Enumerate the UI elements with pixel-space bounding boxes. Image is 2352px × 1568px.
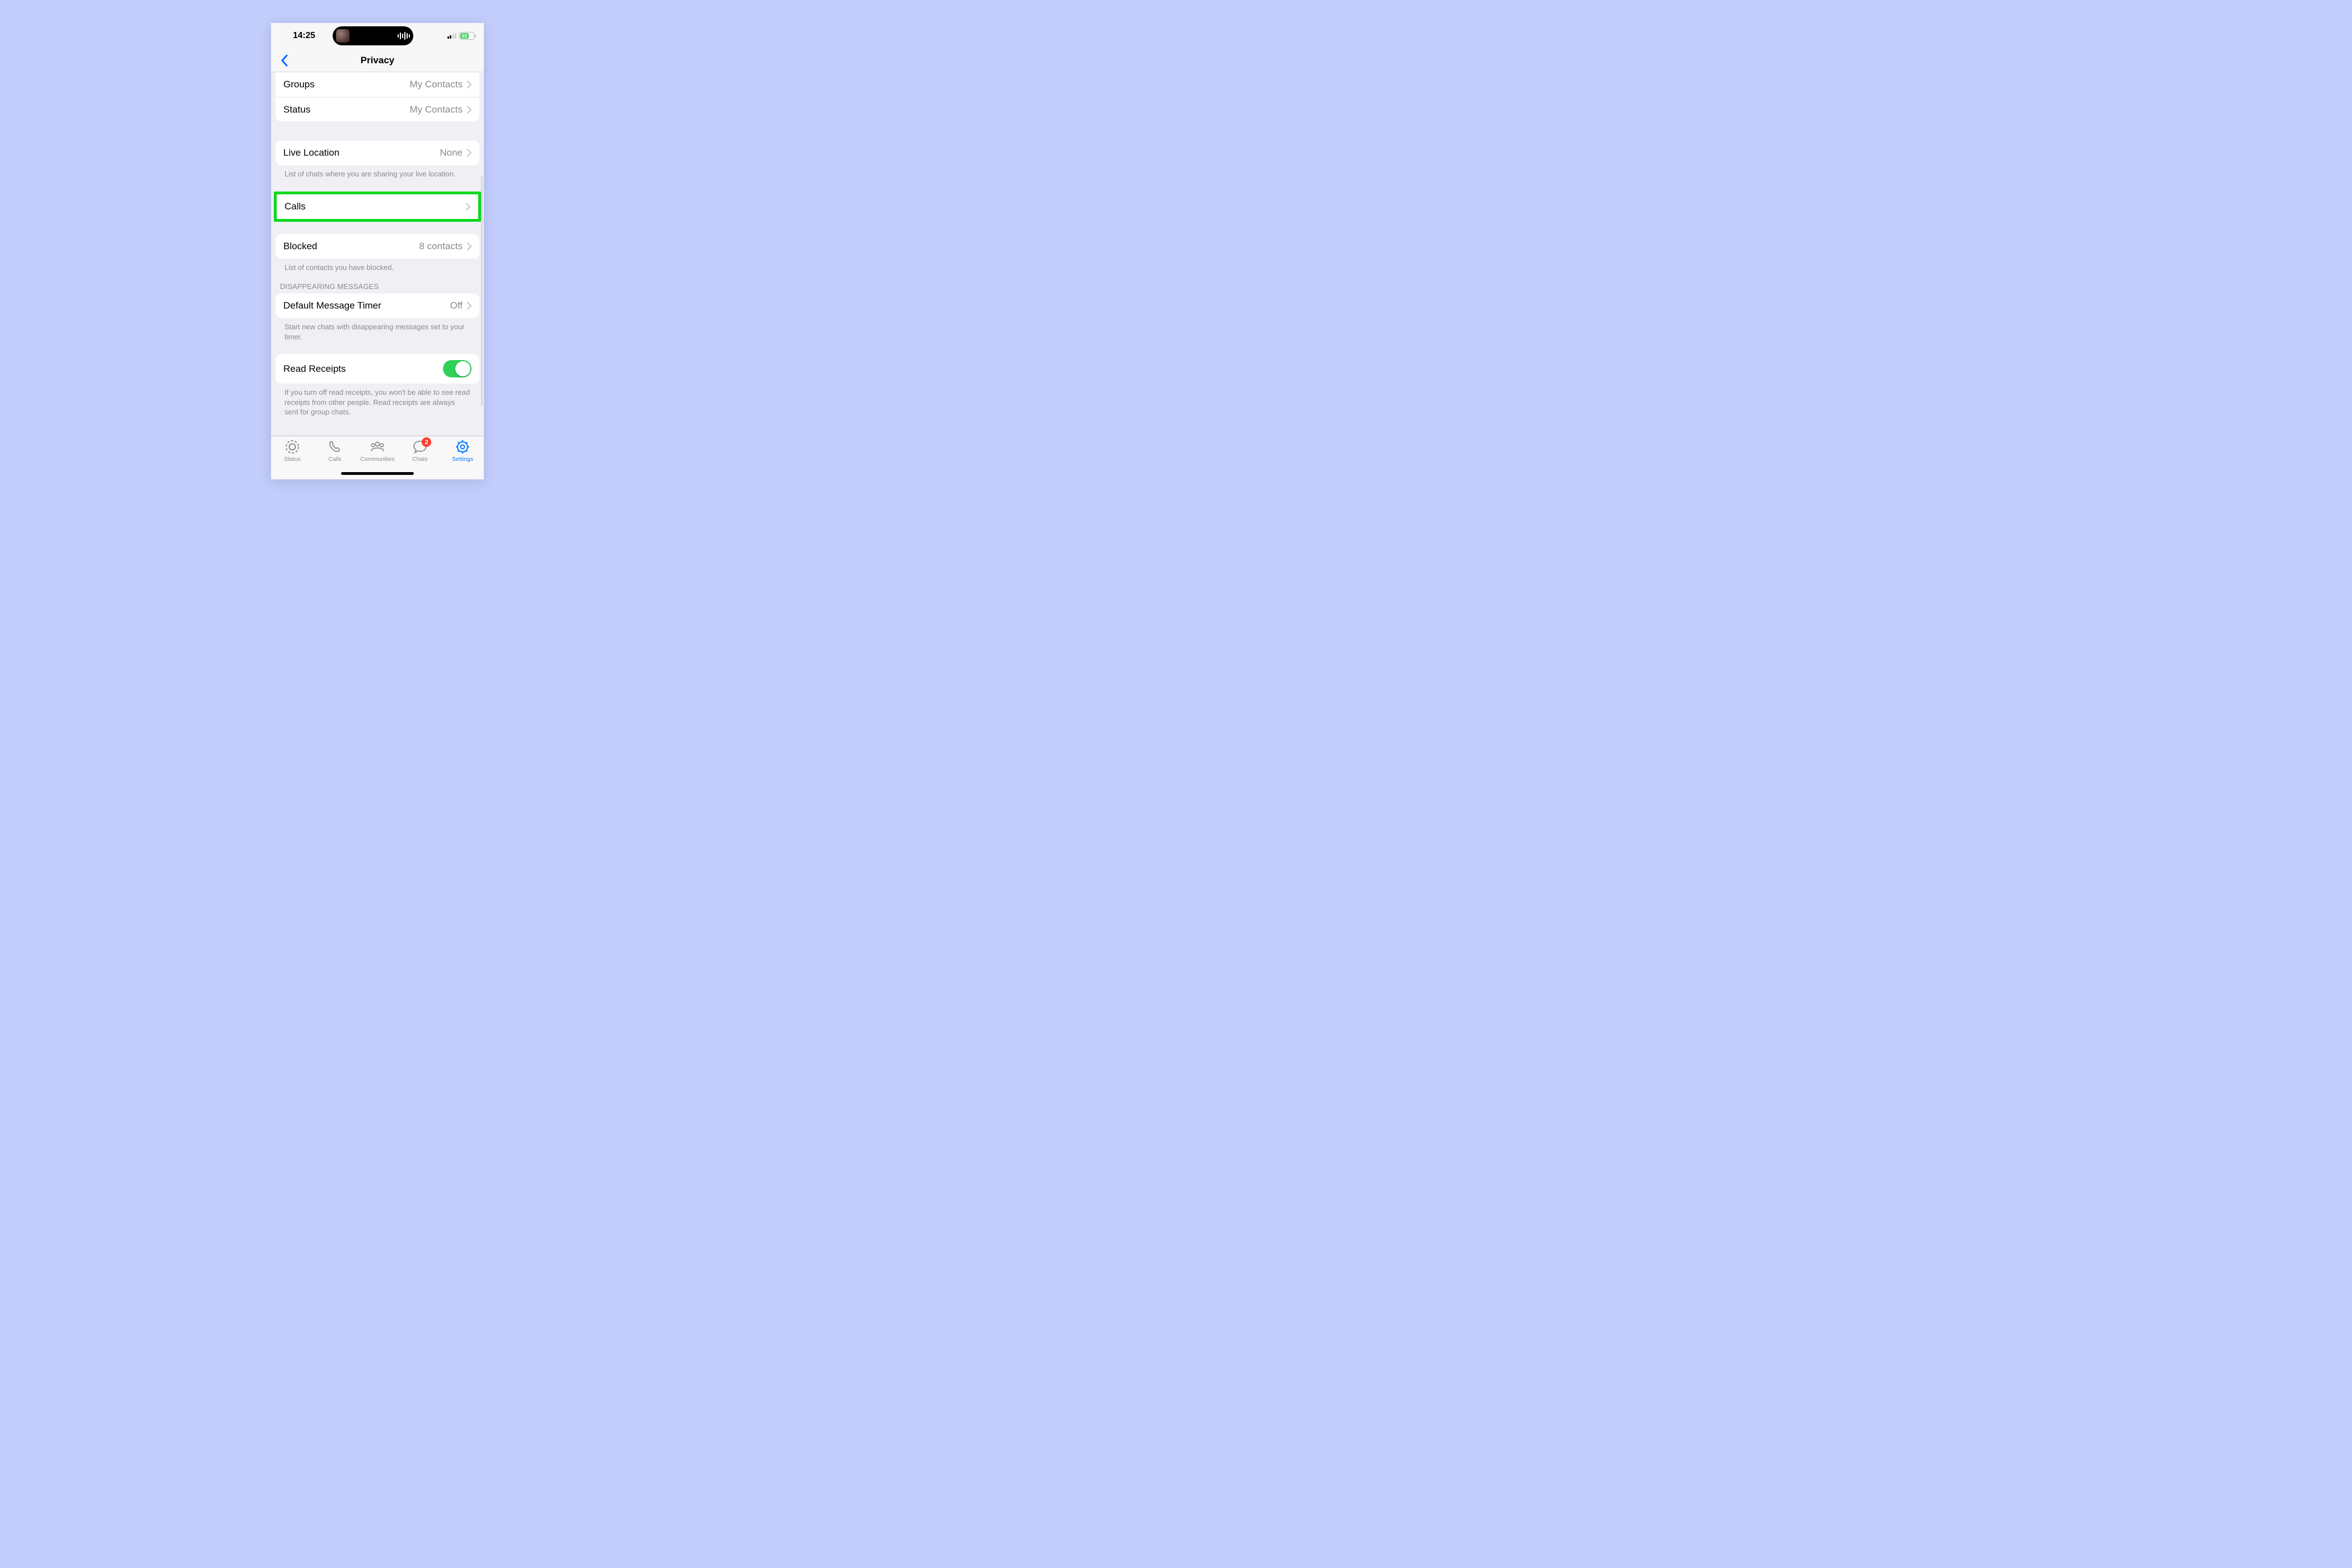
tab-bar: Status Calls Communities 2 Chats Set [271,436,484,479]
back-button[interactable] [273,49,296,72]
phone-frame: 14:25 60 Privacy Groups [271,23,484,479]
row-value: Off [450,300,463,311]
row-label: Status [283,104,310,115]
dynamic-island[interactable] [333,26,413,45]
chevron-right-icon [466,203,470,211]
chevron-left-icon [281,54,288,67]
tab-settings[interactable]: Settings [441,439,484,479]
status-time: 14:25 [279,31,329,41]
row-value: My Contacts [410,104,463,115]
footer-live-location: List of chats where you are sharing your… [276,165,479,179]
row-read-receipts: Read Receipts [276,354,479,384]
row-value: 8 contacts [419,241,463,252]
chevron-right-icon [467,242,472,250]
row-label: Blocked [283,241,317,252]
signal-icon [447,33,457,39]
row-default-message-timer[interactable]: Default Message Timer Off [276,293,479,318]
read-receipts-toggle[interactable] [443,360,472,377]
audio-wave-icon [398,31,410,40]
home-indicator[interactable] [341,472,414,475]
communities-icon [369,440,386,454]
content[interactable]: Groups My Contacts Status My Contacts Li… [271,72,484,436]
tab-label: Status [284,456,301,463]
footer-blocked: List of contacts you have blocked. [276,259,479,273]
status-right: 60 [447,32,477,40]
row-label: Read Receipts [283,363,346,375]
chevron-right-icon [467,149,472,157]
footer-read-receipts: If you turn off read receipts, you won't… [276,384,479,417]
tab-label: Settings [452,456,473,463]
section-header-disappearing: Disappearing Messages [271,272,484,293]
tab-status[interactable]: Status [271,439,314,479]
gear-icon [455,440,470,454]
battery-icon: 60 [459,32,476,40]
footer-dmt: Start new chats with disappearing messag… [276,318,479,342]
row-label: Groups [283,79,315,90]
row-groups[interactable]: Groups My Contacts [276,72,479,97]
chevron-right-icon [467,106,472,114]
row-status[interactable]: Status My Contacts [276,97,479,122]
chats-badge: 2 [422,437,431,447]
nav-header: Privacy [271,49,484,72]
tab-label: Communities [360,456,394,463]
row-label: Live Location [283,147,339,158]
phone-icon [328,440,342,454]
annotation-highlight: Calls [274,192,481,222]
row-label: Calls [284,201,306,212]
row-calls[interactable]: Calls [277,194,478,219]
tab-label: Chats [412,456,427,463]
status-bar: 14:25 60 [271,23,484,49]
chevron-right-icon [467,81,472,88]
tab-label: Calls [328,456,341,463]
page-title: Privacy [361,55,395,66]
chevron-right-icon [467,302,472,310]
row-value: My Contacts [410,79,463,90]
now-playing-thumb [336,29,349,43]
scroll-indicator[interactable] [481,176,483,406]
row-blocked[interactable]: Blocked 8 contacts [276,234,479,259]
status-icon [285,440,300,454]
row-value: None [440,147,463,158]
row-label: Default Message Timer [283,300,381,311]
row-live-location[interactable]: Live Location None [276,141,479,165]
